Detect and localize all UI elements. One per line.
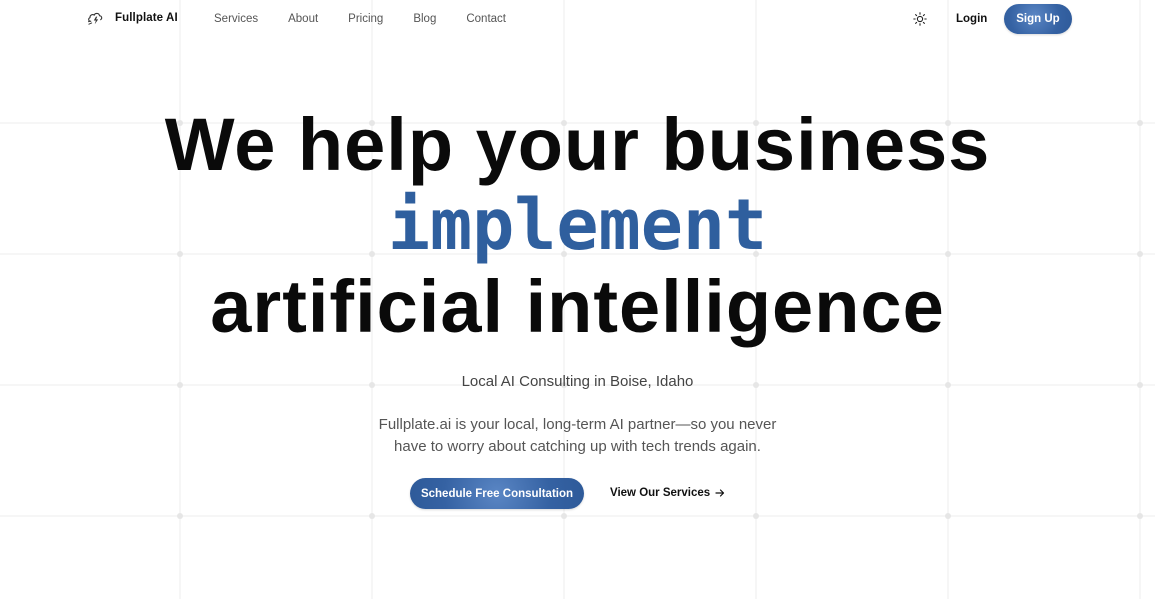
- sun-icon[interactable]: [912, 11, 928, 27]
- hero-description-line-2: have to worry about catching up with tec…: [394, 438, 761, 455]
- login-link[interactable]: Login: [956, 12, 987, 26]
- nav-link-about[interactable]: About: [288, 12, 318, 26]
- hero-heading: We help your business implement artifici…: [0, 104, 1155, 347]
- brand-logo-link[interactable]: Fullplate AI: [86, 8, 178, 28]
- hero-heading-line-1: We help your business: [164, 103, 991, 186]
- schedule-consultation-button[interactable]: Schedule Free Consultation: [410, 478, 584, 509]
- lightning-cloud-icon: [87, 12, 103, 25]
- nav-link-services[interactable]: Services: [214, 12, 258, 26]
- nav-link-blog[interactable]: Blog: [413, 12, 436, 26]
- hero-description-line-1: Fullplate.ai is your local, long-term AI…: [378, 416, 777, 433]
- view-services-label: View Our Services: [610, 487, 711, 499]
- brand-name: Fullplate AI: [115, 12, 178, 24]
- hero-heading-accent: implement: [387, 184, 768, 266]
- nav-link-pricing[interactable]: Pricing: [348, 12, 383, 26]
- nav-link-contact[interactable]: Contact: [466, 12, 506, 26]
- hero-heading-line-3: artificial intelligence: [210, 265, 945, 348]
- top-navigation: Fullplate AI Services About Pricing Blog…: [0, 0, 1155, 38]
- signup-button[interactable]: Sign Up: [1004, 4, 1072, 34]
- arrow-right-icon: [715, 489, 725, 497]
- main-nav-links: Services About Pricing Blog Contact: [214, 12, 536, 26]
- hero-subtitle: Local AI Consulting in Boise, Idaho: [461, 373, 694, 390]
- view-services-link[interactable]: View Our Services: [610, 485, 726, 501]
- hero-description: Fullplate.ai is your local, long-term AI…: [0, 414, 1155, 458]
- landing-page: Fullplate AI Services About Pricing Blog…: [0, 0, 1155, 599]
